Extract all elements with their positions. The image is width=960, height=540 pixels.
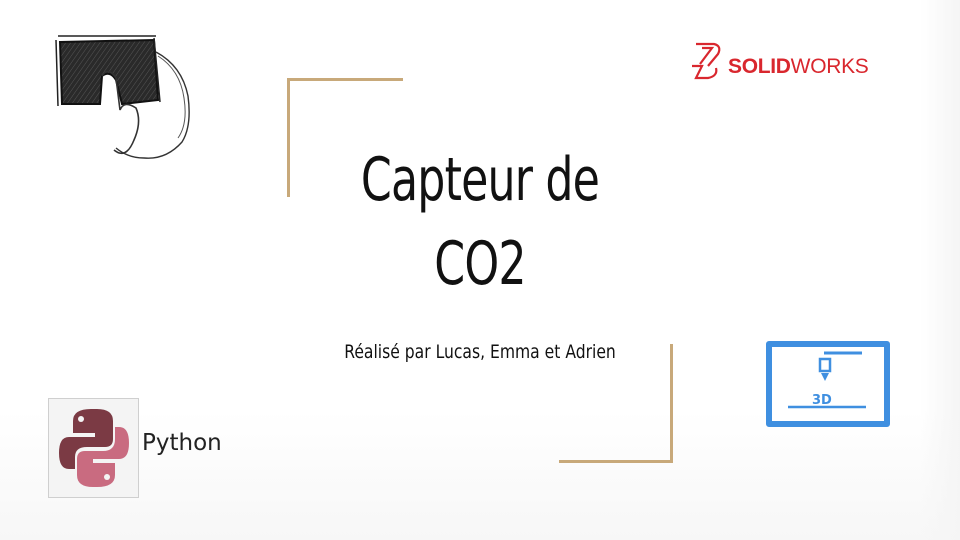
python-logo-box — [48, 398, 139, 498]
python-logo: Python — [48, 398, 230, 498]
sketch-icon — [55, 35, 190, 159]
slide: SOLIDWORKS Capteur de CO2 Réalisé par Lu… — [0, 0, 960, 540]
title-line-1: Capteur de — [360, 145, 600, 215]
python-label: Python — [142, 430, 222, 456]
3d-printer-icon — [788, 351, 866, 409]
title-line-2: CO2 — [434, 229, 526, 299]
solidworks-text-works: WORKS — [790, 55, 869, 78]
printer-3d-label: 3D — [812, 393, 832, 408]
python-icon — [59, 409, 129, 487]
solidworks-ds-icon — [692, 42, 721, 80]
solidworks-wordmark: SOLIDWORKS — [728, 55, 869, 79]
3d-printer-logo: 3D — [766, 341, 890, 427]
right-gradient — [920, 0, 960, 540]
slide-subtitle: Réalisé par Lucas, Emma et Adrien — [344, 341, 616, 363]
slide-title: Capteur de CO2 — [332, 138, 627, 306]
solidworks-text-solid: SOLID — [728, 55, 791, 78]
solidworks-logo: SOLIDWORKS — [688, 40, 878, 84]
